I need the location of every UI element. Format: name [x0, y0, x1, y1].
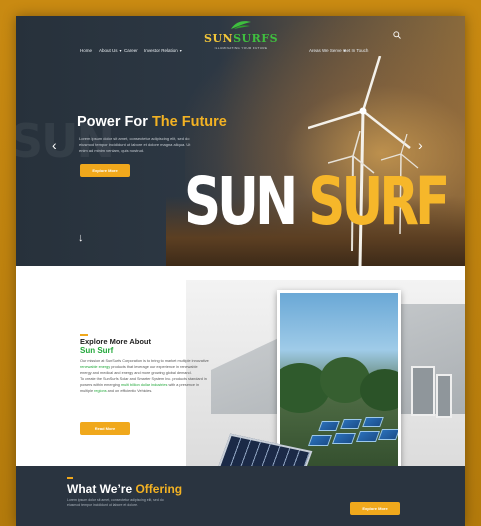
solar-panel-image: [318, 421, 340, 431]
nav-get-in-touch[interactable]: Get In Touch: [343, 48, 368, 53]
logo-text-surfs: SURFS: [233, 32, 279, 45]
nav-about-us[interactable]: About Us ▾: [99, 48, 122, 53]
next-slide-arrow-icon[interactable]: ›: [418, 138, 423, 152]
about-text-5: and on efficientic Vehicles.: [107, 389, 153, 393]
nav-investor-relation[interactable]: Investor Relation ▾: [144, 48, 182, 53]
offering-description: Lorem ipsum dolor sit amet, consectetur …: [67, 498, 164, 507]
about-highlight-2: multi billion dollar industries: [120, 383, 168, 387]
hero-section: SUN Home About Us ▾ Career Investor Relat…: [16, 16, 465, 266]
nav-home[interactable]: Home: [80, 48, 92, 53]
logo-tagline: ILLUMINATING YOUR FUTURE: [214, 46, 268, 50]
solar-panel-image: [331, 433, 357, 444]
hero-big-sun: SUN: [184, 163, 298, 240]
nav-investor-relation-label: Investor Relation: [144, 48, 178, 53]
offering-accent-bar: [67, 477, 73, 479]
nav-areas-label: Areas We Serve: [309, 48, 342, 53]
chevron-down-icon: ▾: [179, 48, 182, 53]
solar-panel-image: [307, 435, 333, 446]
page-frame: SUN Home About Us ▾ Career Investor Relat…: [16, 16, 465, 526]
hero-big-surf: SURF: [308, 163, 450, 240]
about-read-more-button[interactable]: Read More: [80, 422, 130, 435]
solar-panel-image: [340, 419, 362, 429]
nav-areas-we-serve[interactable]: Areas We Serve ▾: [309, 48, 346, 53]
solar-panel-image: [377, 429, 398, 440]
house-window: [436, 374, 452, 418]
search-icon[interactable]: [393, 31, 401, 39]
leaf-logo-icon: [231, 21, 251, 29]
offering-explore-button[interactable]: Explore More: [350, 502, 400, 515]
hero-title-b: The Future: [151, 114, 227, 130]
hero-big-headline: SUN SURF: [184, 163, 450, 240]
about-text-1: Our mission at SunSurfs Corporation is t…: [80, 359, 209, 363]
logo-text-sun: SUN: [204, 32, 234, 45]
about-accent-bar: [80, 334, 88, 336]
about-description: Our mission at SunSurfs Corporation is t…: [80, 358, 210, 394]
solar-panel-image: [355, 431, 381, 442]
scroll-down-arrow-icon[interactable]: ↓: [78, 232, 84, 244]
logo-text: SUNSURFS: [204, 32, 278, 45]
hero-description: Lorem ipsum dolor sit amet, consectetur …: [79, 136, 191, 153]
offering-title: What We’re Offering: [67, 482, 182, 496]
hero-title-a: Power For: [77, 114, 148, 130]
tree-image: [360, 369, 398, 411]
about-title: Sun Surf: [80, 346, 114, 355]
offering-section: [16, 466, 465, 526]
chevron-down-icon: ▾: [119, 48, 122, 53]
offering-title-a: What We’re: [67, 482, 133, 496]
offering-title-b: Offering: [135, 482, 183, 496]
about-highlight-1: renewable energy: [80, 365, 111, 369]
hero-title: Power For The Future: [77, 114, 227, 130]
hero-explore-button[interactable]: Explore More: [80, 164, 130, 177]
nav-about-us-label: About Us: [99, 48, 118, 53]
prev-slide-arrow-icon[interactable]: ‹: [52, 138, 57, 152]
nav-career[interactable]: Career: [124, 48, 138, 53]
solar-panel-image: [362, 417, 384, 427]
about-kicker: Explore More About: [80, 337, 151, 346]
house-window: [411, 366, 435, 416]
logo[interactable]: SUNSURFS ILLUMINATING YOUR FUTURE: [204, 20, 278, 56]
about-highlight-3: regions: [94, 389, 107, 393]
